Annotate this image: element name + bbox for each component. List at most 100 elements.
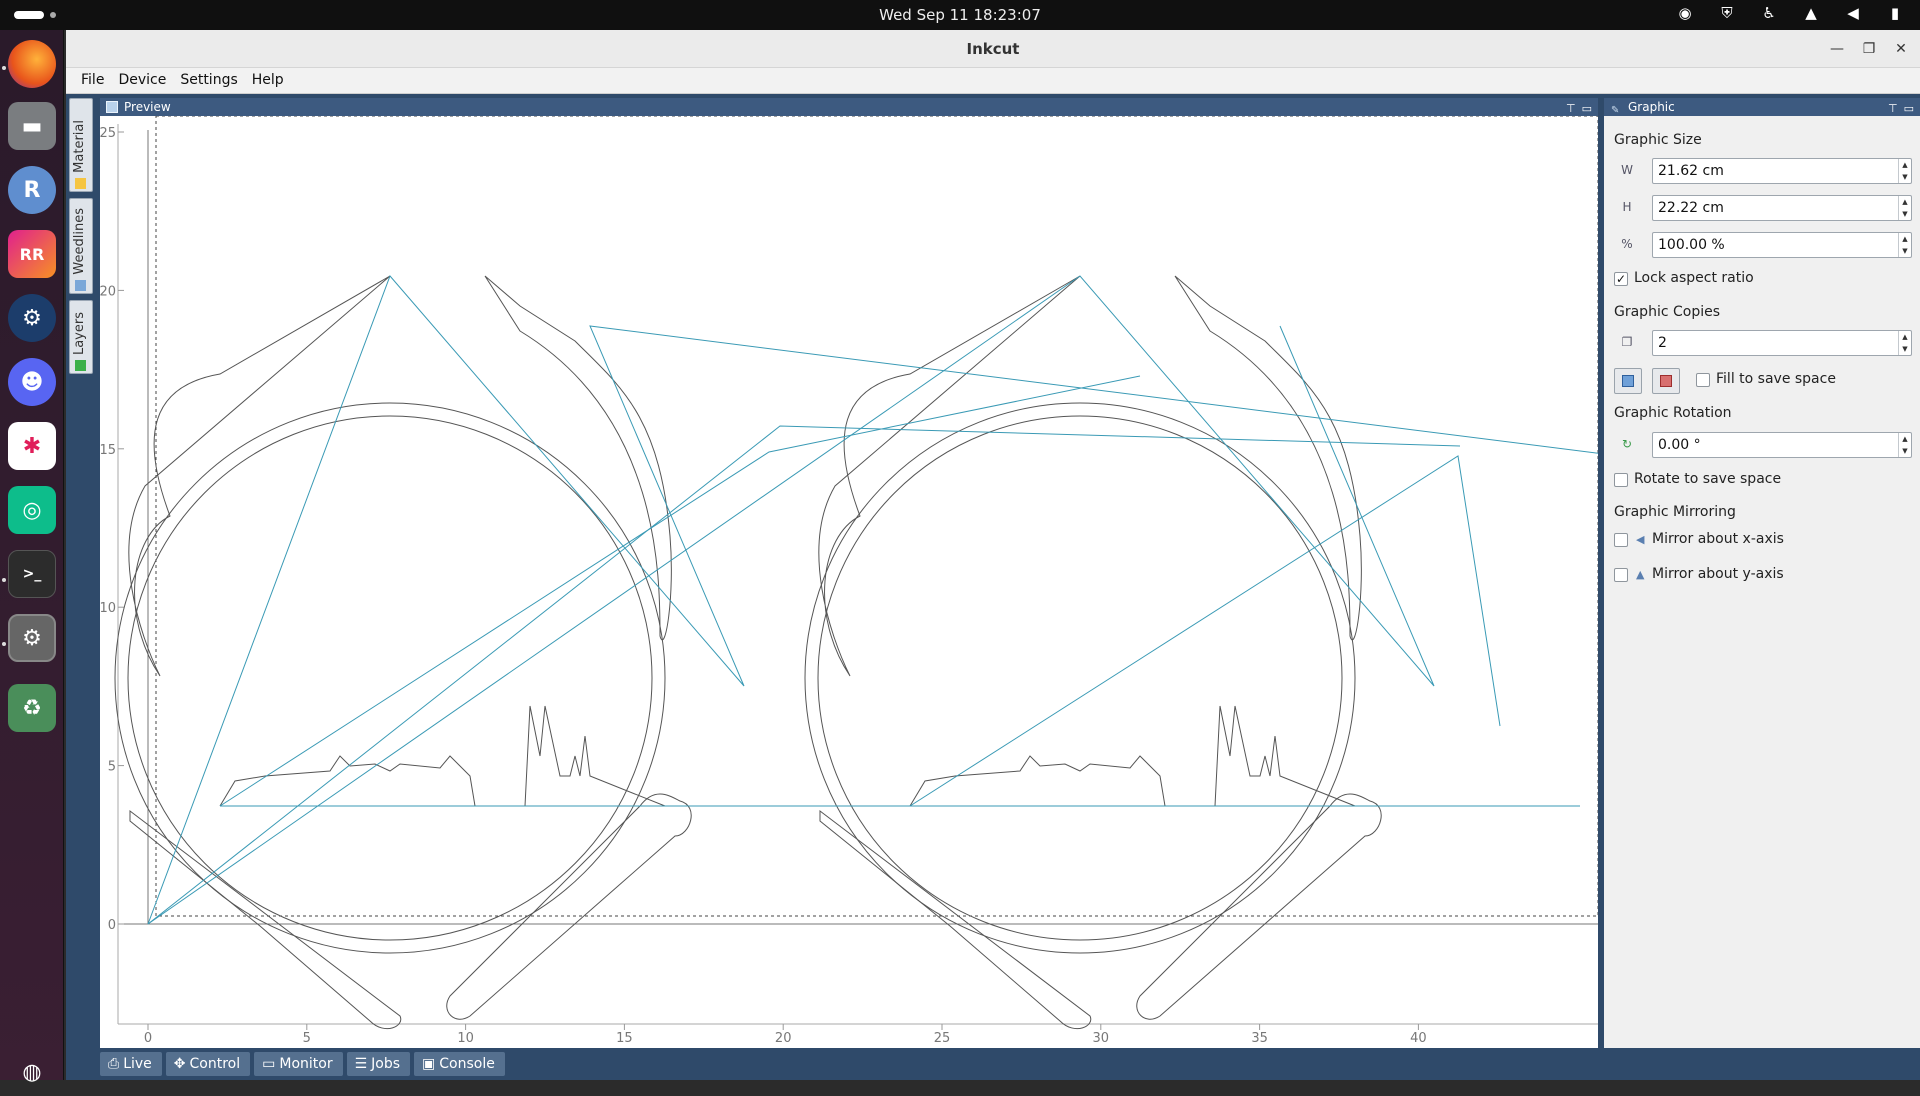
x-tick-label: 0	[144, 1031, 152, 1046]
main-content: Material Weedlines Layers Preview ⊤ ▭ 0 …	[66, 94, 1920, 1080]
copies-spinbox[interactable]: 2 ▲ ▼	[1652, 330, 1912, 356]
battery-icon[interactable]: ▮	[1884, 4, 1906, 22]
copies-spin-arrows[interactable]: ▲ ▼	[1898, 331, 1911, 355]
tab-monitor[interactable]: ▭ Monitor	[254, 1052, 343, 1076]
accessibility-icon[interactable]: ♿	[1758, 4, 1780, 22]
clock[interactable]: Wed Sep 11 18:23:07	[0, 6, 1920, 24]
trash-icon[interactable]: ♻	[8, 684, 56, 732]
pin-icon[interactable]: ⊤	[1888, 100, 1898, 118]
float-icon[interactable]: ▭	[1904, 100, 1914, 118]
width-icon: W	[1621, 163, 1633, 177]
scale-spinbox[interactable]: 100.00 % ▲ ▼	[1652, 232, 1912, 258]
menu-file[interactable]: File	[74, 68, 111, 93]
element-icon[interactable]: ◎	[8, 486, 56, 534]
console-icon: ▣	[422, 1056, 436, 1072]
add-copy-button[interactable]	[1614, 368, 1642, 394]
rustrover-icon[interactable]: RR	[8, 230, 56, 278]
scale-spin-arrows[interactable]: ▲ ▼	[1898, 233, 1911, 257]
menu-device[interactable]: Device	[111, 68, 173, 93]
mirror-x-checkbox[interactable]: ◀ Mirror about x-axis	[1614, 530, 1912, 552]
system-tray[interactable]: ◉ ⛨ ♿ ▲ ◀ ▮	[1674, 4, 1906, 22]
bottom-tab-bar: ⎙ Live ✥ Control ▭ Monitor ☰ Jobs ▣ Console	[100, 1052, 505, 1076]
height-row: H 22.22 cm ▲ ▼	[1614, 195, 1912, 221]
top-bar: Wed Sep 11 18:23:07 ◉ ⛨ ♿ ▲ ◀ ▮	[0, 0, 1920, 30]
preview-title-bar[interactable]: Preview ⊤ ▭	[100, 98, 1598, 116]
files-icon[interactable]: ▬	[8, 102, 56, 150]
firefox-icon[interactable]	[8, 40, 56, 88]
fill-to-save-check[interactable]	[1696, 373, 1710, 387]
material-icon	[75, 178, 86, 189]
close-button[interactable]: ✕	[1890, 38, 1912, 60]
tab-live[interactable]: ⎙ Live	[100, 1052, 162, 1076]
rotate-to-save-checkbox[interactable]: Rotate to save space	[1614, 470, 1912, 492]
mirror-x-check[interactable]	[1614, 533, 1628, 547]
app-dock: ▬ R RR ⚙ ☻ ✱ ◎ >_ ⚙ ♻ ◍	[0, 30, 64, 1085]
rotation-icon: ↻	[1621, 437, 1633, 451]
slack-icon[interactable]: ✱	[8, 422, 56, 470]
menu-help[interactable]: Help	[245, 68, 291, 93]
x-tick-label: 25	[934, 1031, 951, 1046]
width-spin-arrows[interactable]: ▲ ▼	[1898, 159, 1911, 183]
side-tab-bar: Material Weedlines Layers	[69, 98, 93, 1078]
monitor-icon: ▭	[262, 1056, 276, 1072]
add-copy-icon	[1622, 375, 1634, 387]
maximize-button[interactable]: ❐	[1858, 38, 1880, 60]
lock-aspect-check[interactable]: ✓	[1614, 272, 1628, 286]
volume-icon[interactable]: ◀	[1842, 4, 1864, 22]
settings-icon[interactable]: ⚙	[8, 614, 56, 662]
terminal-icon[interactable]: >_	[8, 550, 56, 598]
mirror-y-checkbox[interactable]: ▲ Mirror about y-axis	[1614, 565, 1912, 587]
graphic-title: Graphic	[1628, 100, 1675, 114]
preview-title: Preview	[124, 100, 171, 114]
steam-icon[interactable]: ⚙	[8, 294, 56, 342]
scale-icon: %	[1621, 237, 1633, 251]
shield-tray-icon[interactable]: ⛨	[1716, 4, 1738, 22]
preview-canvas[interactable]: 0 5 10 15 20 25 30 35 40 0 5 10 15 20 25	[100, 116, 1598, 1048]
tab-jobs[interactable]: ☰ Jobs	[346, 1052, 411, 1076]
mirror-y-check[interactable]	[1614, 568, 1628, 582]
running-indicator	[2, 578, 6, 582]
rotation-spinbox[interactable]: 0.00 ° ▲ ▼	[1652, 432, 1912, 458]
fill-to-save-checkbox[interactable]: Fill to save space	[1696, 370, 1896, 392]
copies-icon: ❐	[1621, 335, 1633, 349]
x-tick-label: 15	[616, 1031, 633, 1046]
wifi-icon[interactable]: ▲	[1800, 4, 1822, 22]
x-tick-label: 30	[1093, 1031, 1110, 1046]
width-row: W 21.62 cm ▲ ▼	[1614, 158, 1912, 184]
discord-tray-icon[interactable]: ◉	[1674, 4, 1696, 22]
copies-tools-row: Fill to save space	[1614, 368, 1912, 394]
scale-row: % 100.00 % ▲ ▼	[1614, 232, 1912, 258]
rotate-to-save-check[interactable]	[1614, 473, 1628, 487]
discord-icon[interactable]: ☻	[8, 358, 56, 406]
menu-settings[interactable]: Settings	[173, 68, 244, 93]
minimize-button[interactable]: —	[1826, 38, 1848, 60]
control-icon: ✥	[173, 1056, 186, 1072]
graphic-mirroring-label: Graphic Mirroring	[1614, 504, 1736, 520]
graphic-title-bar[interactable]: ✎ Graphic ⊤ ▭	[1604, 98, 1920, 116]
rotation-row: ↻ 0.00 ° ▲ ▼	[1614, 432, 1912, 458]
travel-path	[147, 275, 1598, 925]
width-spinbox[interactable]: 21.62 cm ▲ ▼	[1652, 158, 1912, 184]
tab-layers[interactable]: Layers	[69, 300, 93, 374]
graphic-dock: ✎ Graphic ⊤ ▭ Graphic Size W 21.62 cm ▲ ▼…	[1604, 98, 1920, 1048]
r-studio-icon[interactable]: R	[8, 166, 56, 214]
tab-material[interactable]: Material	[69, 98, 93, 192]
printer-icon: ⎙	[108, 1056, 120, 1072]
x-tick-label: 35	[1251, 1031, 1268, 1046]
tab-control[interactable]: ✥ Control	[165, 1052, 251, 1076]
height-spin-arrows[interactable]: ▲ ▼	[1898, 196, 1911, 220]
tab-weedlines[interactable]: Weedlines	[69, 198, 93, 294]
graphic-icon: ✎	[1611, 105, 1620, 116]
window-title: Inkcut	[966, 40, 1020, 58]
height-spinbox[interactable]: 22.22 cm ▲ ▼	[1652, 195, 1912, 221]
menu-bar: File Device Settings Help	[66, 68, 1920, 94]
show-apps-icon[interactable]: ◍	[8, 1048, 56, 1096]
title-bar[interactable]: Inkcut — ❐ ✕	[66, 30, 1920, 68]
lock-aspect-checkbox[interactable]: ✓ Lock aspect ratio	[1614, 269, 1912, 291]
copies-row: ❐ 2 ▲ ▼	[1614, 330, 1912, 356]
running-indicator	[2, 66, 6, 70]
remove-copy-button[interactable]	[1652, 368, 1680, 394]
rotation-spin-arrows[interactable]: ▲ ▼	[1898, 433, 1911, 457]
y-tick-label: 5	[108, 760, 116, 775]
tab-console[interactable]: ▣ Console	[414, 1052, 505, 1076]
